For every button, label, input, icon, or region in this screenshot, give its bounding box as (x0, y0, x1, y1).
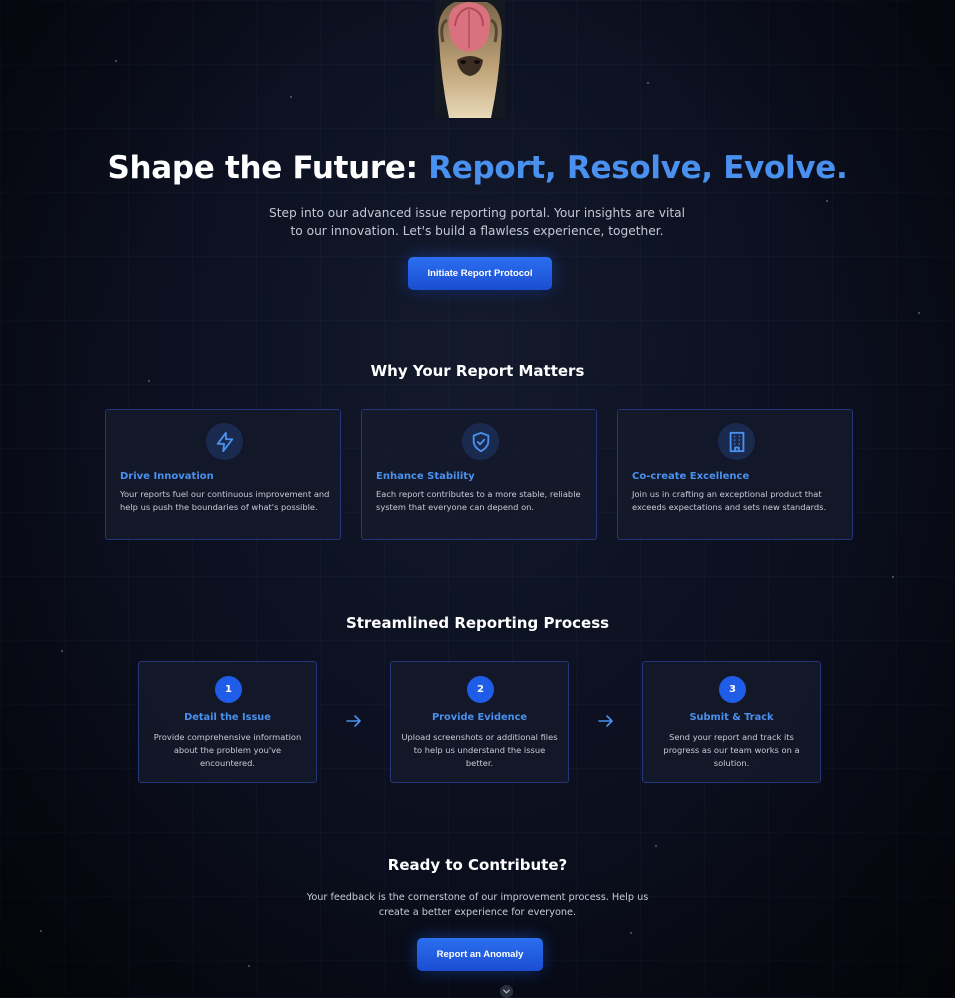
chevron-down-icon[interactable] (500, 985, 513, 998)
card-co-create-excellence: Co-create Excellence Join us in crafting… (617, 409, 853, 540)
step-number: 3 (719, 676, 746, 703)
step-number: 2 (467, 676, 494, 703)
card-title: Co-create Excellence (632, 471, 750, 482)
card-enhance-stability: Enhance Stability Each report contribute… (361, 409, 597, 540)
step-title: Submit & Track (689, 712, 774, 723)
ready-section-title: Ready to Contribute? (387, 856, 568, 874)
card-text: Join us in crafting an exceptional produ… (632, 489, 827, 512)
hero-title-accent: Report, Resolve, Evolve. (428, 150, 848, 186)
hero-title-plain: Shape the Future: (107, 150, 429, 186)
step-text: Provide comprehensive information about … (153, 732, 302, 768)
arrow-right-icon (598, 715, 613, 727)
lightning-icon (206, 423, 243, 460)
page: Shape the Future: Report, Resolve, Evolv… (0, 0, 955, 998)
arrow-right-icon (346, 715, 361, 727)
step-detail-issue: 1 Detail the Issue Provide comprehensive… (138, 661, 317, 783)
shield-check-icon (462, 423, 499, 460)
card-title: Drive Innovation (120, 471, 214, 482)
initiate-report-button[interactable]: Initiate Report Protocol (408, 257, 552, 290)
step-provide-evidence: 2 Provide Evidence Upload screenshots or… (390, 661, 569, 783)
building-icon (718, 423, 755, 460)
card-text: Your reports fuel our continuous improve… (120, 489, 330, 512)
step-text: Send your report and track its progress … (663, 732, 800, 768)
ready-subtitle: Your feedback is the cornerstone of our … (306, 892, 649, 918)
hero-title: Shape the Future: Report, Resolve, Evolv… (0, 150, 955, 186)
process-section-title: Streamlined Reporting Process (345, 614, 610, 632)
report-anomaly-button[interactable]: Report an Anomaly (417, 938, 543, 971)
step-text: Upload screenshots or additional files t… (401, 732, 558, 768)
why-section-title: Why Your Report Matters (370, 362, 585, 380)
step-number: 1 (215, 676, 242, 703)
card-drive-innovation: Drive Innovation Your reports fuel our c… (105, 409, 341, 540)
step-title: Provide Evidence (431, 712, 528, 723)
hero-image (435, 0, 505, 118)
step-title: Detail the Issue (184, 712, 271, 723)
card-title: Enhance Stability (376, 471, 475, 482)
hero-subtitle: Step into our advanced issue reporting p… (268, 206, 686, 238)
step-submit-track: 3 Submit & Track Send your report and tr… (642, 661, 821, 783)
card-text: Each report contributes to a more stable… (376, 489, 581, 512)
